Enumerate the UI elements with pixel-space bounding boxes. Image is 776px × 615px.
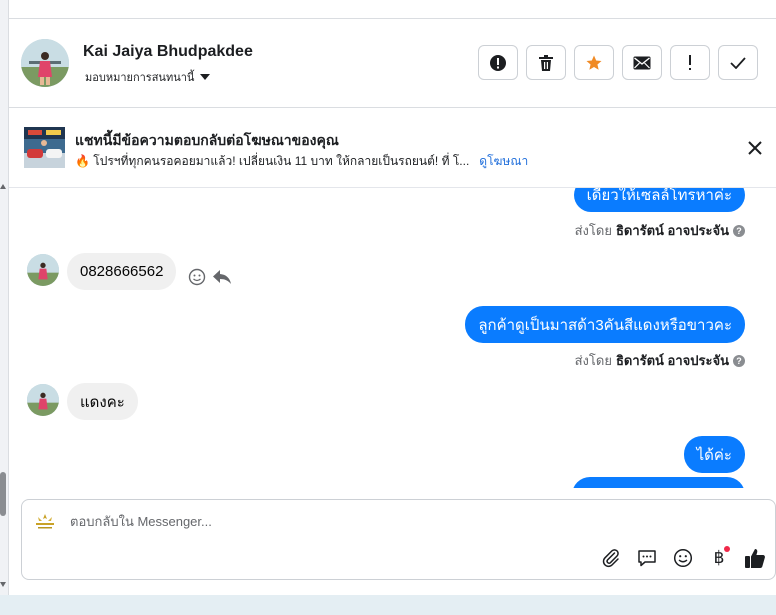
envelope-icon — [633, 56, 651, 69]
check-icon — [730, 56, 746, 69]
star-icon — [586, 55, 602, 70]
info-icon[interactable]: ? — [733, 354, 745, 367]
message-tools — [188, 268, 232, 286]
contact-name[interactable]: Kai Jaiya Bhudpakdee — [83, 43, 253, 61]
emoji-button[interactable] — [672, 547, 694, 569]
emoji-icon — [673, 548, 693, 568]
sent-by-label: ส่งโดย — [574, 223, 612, 238]
scroll-down-icon[interactable] — [0, 582, 6, 587]
assign-label: มอบหมายการสนทนานี้ — [85, 72, 195, 84]
close-icon[interactable] — [746, 139, 764, 157]
thumbs-up-icon — [745, 549, 765, 568]
delete-button[interactable] — [526, 45, 566, 80]
reply-icon[interactable] — [212, 269, 232, 285]
like-button[interactable] — [744, 547, 766, 569]
view-ad-link[interactable]: ดูโฆษณา — [479, 152, 528, 171]
trash-icon — [539, 54, 553, 71]
contact-avatar-small[interactable] — [27, 254, 59, 286]
reply-input[interactable] — [70, 514, 590, 529]
sent-by-label: ส่งโดย — [574, 353, 612, 368]
payment-button[interactable]: ฿ — [708, 546, 730, 569]
star-button[interactable] — [574, 45, 614, 80]
follow-up-button[interactable] — [670, 45, 710, 80]
info-icon[interactable]: ? — [733, 224, 745, 237]
ad-banner-description: 🔥 โปรฯที่ทุกคนรอคอยมาแล้ว! เปลี่ยนเงิน 1… — [75, 152, 528, 171]
react-emoji-icon[interactable] — [188, 268, 206, 286]
assign-conversation-dropdown[interactable]: มอบหมายการสนทนานี้ — [85, 68, 211, 86]
scroll-up-icon[interactable] — [0, 184, 6, 189]
messenger-inbox-frame: Kai Jaiya Bhudpakdee มอบหมายการสนทนานี้ — [0, 0, 776, 615]
sent-by-line: ส่งโดย ธิดารัตน์ อาจประจัน ? — [575, 220, 745, 241]
alert-circle-icon — [490, 54, 506, 71]
message-bubble-outgoing[interactable]: ลูกค้าดูเป็นมาสด้า3คันสีแดงหรือขาวคะ — [465, 306, 745, 343]
message-bubble-outgoing-partial[interactable] — [572, 477, 745, 488]
sent-by-line: ส่งโดย ธิดารัตน์ อาจประจัน ? — [575, 350, 745, 371]
paperclip-icon — [602, 549, 619, 568]
notification-dot — [724, 546, 730, 552]
attach-button[interactable] — [600, 547, 622, 569]
sender-name: ธิดารัตน์ อาจประจัน — [615, 223, 729, 238]
message-bubble-outgoing[interactable]: เดี๋ยวให้เซลล์โทรหาค่ะ — [573, 188, 745, 212]
baht-icon: ฿ — [713, 548, 725, 568]
message-bubble-incoming[interactable]: 0828666562 — [67, 253, 177, 290]
ad-description-text: 🔥 โปรฯที่ทุกคนรอคอยมาแล้ว! เปลี่ยนเงิน 1… — [75, 154, 470, 168]
ad-reply-banner: แชทนี้มีข้อความตอบกลับต่อโฆษณาของคุณ 🔥 โ… — [9, 108, 776, 188]
left-scroll-rail — [0, 0, 9, 595]
saved-replies-button[interactable] — [636, 547, 658, 569]
scrollbar-thumb[interactable] — [0, 472, 6, 516]
message-thread[interactable]: เดี๋ยวให้เซลล์โทรหาค่ะ ส่งโดย ธิดารัตน์ … — [9, 188, 776, 488]
page-logo — [32, 512, 58, 532]
composer-toolbar: ฿ — [600, 546, 766, 569]
ad-thumbnail[interactable] — [24, 127, 65, 168]
sender-name: ธิดารัตน์ อาจประจัน — [615, 353, 729, 368]
page-footer-strip — [0, 595, 776, 615]
mark-done-button[interactable] — [718, 45, 758, 80]
chevron-down-icon — [200, 74, 211, 80]
conversation-header: Kai Jaiya Bhudpakdee มอบหมายการสนทนานี้ — [9, 19, 776, 108]
ad-banner-title: แชทนี้มีข้อความตอบกลับต่อโฆษณาของคุณ — [75, 132, 339, 148]
contact-avatar-small[interactable] — [27, 384, 59, 416]
reply-composer: ฿ — [21, 499, 776, 580]
mark-unread-button[interactable] — [622, 45, 662, 80]
report-spam-button[interactable] — [478, 45, 518, 80]
contact-avatar[interactable] — [21, 39, 69, 87]
header-actions — [478, 45, 758, 80]
exclamation-icon — [689, 54, 691, 70]
message-bubble-incoming[interactable]: แดงคะ — [67, 383, 138, 420]
message-bubble-outgoing[interactable]: ได้ค่ะ — [683, 436, 745, 473]
saved-replies-icon — [638, 550, 656, 567]
